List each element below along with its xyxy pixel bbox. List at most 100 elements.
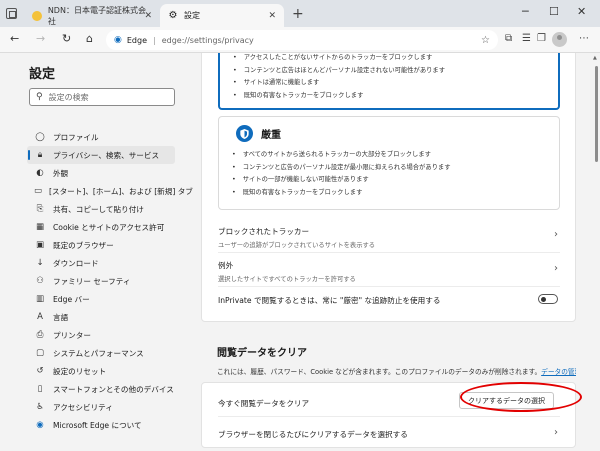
- balanced-bullets: アクセスしたことがないサイトからのトラッカーをブロックします コンテンツと広告は…: [233, 53, 445, 102]
- search-input[interactable]: ⚲ 設定の検索: [29, 88, 175, 106]
- exceptions-row[interactable]: 例外 選択したサイトですべてのトラッカーを許可する ›: [218, 260, 560, 283]
- maximize-icon[interactable]: ☐: [549, 5, 559, 18]
- exceptions-title: 例外: [218, 261, 234, 270]
- inprivate-strict-toggle[interactable]: [538, 294, 558, 304]
- phone-icon: ▯: [37, 384, 43, 394]
- collections-icon[interactable]: ❐: [537, 33, 546, 44]
- sidebar-item-accessibility[interactable]: ♿︎ アクセシビリティ: [27, 398, 175, 416]
- page-title: 設定: [29, 67, 56, 82]
- back-icon[interactable]: ←: [10, 32, 19, 45]
- sidebar-item-label: アクセシビリティ: [53, 402, 113, 412]
- edge-logo-icon: ◉: [36, 420, 44, 430]
- clear-on-close-label: ブラウザーを閉じるたびにクリアするデータを選択する: [218, 430, 408, 439]
- refresh-icon[interactable]: ↻: [62, 32, 71, 45]
- search-placeholder: 設定の検索: [48, 92, 89, 102]
- list-item: コンテンツと広告はほとんどパーソナル設定されない可能性があります: [233, 65, 445, 78]
- reset-icon: ↺: [36, 366, 44, 376]
- sidebar-item-label: ダウンロード: [53, 258, 99, 268]
- home-icon[interactable]: ⌂: [86, 32, 93, 45]
- sidebar-item-reset[interactable]: ↺ 設定のリセット: [27, 362, 175, 380]
- list-item: サイトの一部が機能しない可能性があります: [232, 174, 451, 187]
- blocked-trackers-sub: ユーザーの追跡がブロックされているサイトを表示する: [218, 242, 376, 249]
- blocked-trackers-title: ブロックされたトラッカー: [218, 227, 310, 236]
- sidebar-item-label: 外観: [53, 168, 69, 178]
- sidebar-item-share[interactable]: ⎘ 共有、コピーして貼り付け: [27, 200, 175, 218]
- sidebar-item-phone[interactable]: ▯ スマートフォンとその他のデバイス: [27, 380, 175, 398]
- list-item: アクセスしたことがないサイトからのトラッカーをブロックします: [233, 53, 445, 65]
- scroll-up-icon[interactable]: ▲: [593, 55, 597, 61]
- avatar[interactable]: [552, 32, 567, 47]
- new-tab-icon[interactable]: +: [292, 6, 304, 22]
- sidebar-item-label: Edge バー: [53, 294, 90, 304]
- sidebar-item-cookies[interactable]: ▦ Cookie とサイトのアクセス許可: [27, 218, 175, 236]
- strict-title: 厳重: [261, 130, 281, 141]
- sidebar-item-label: システムとパフォーマンス: [53, 348, 144, 358]
- split-screen-icon[interactable]: ⧉: [505, 33, 512, 44]
- sidebar-item-label: [スタート]、[ホーム]、および [新規] タブ: [49, 186, 193, 196]
- site-label: Edge: [126, 35, 147, 45]
- chevron-right-icon: ›: [554, 263, 558, 274]
- forward-icon[interactable]: →: [36, 32, 45, 45]
- clear-on-close-row[interactable]: ブラウザーを閉じるたびにクリアするデータを選択する ›: [218, 427, 560, 440]
- inprivate-strict-label: InPrivate で閲覧するときは、常に "厳密" な追跡防止を使用する: [218, 296, 441, 305]
- clear-now-label: 今すぐ閲覧データをクリア: [218, 399, 310, 408]
- url-text: edge://settings/privacy: [161, 35, 254, 45]
- sidebar-item-privacy[interactable]: 🔒︎ プライバシー、検索、サービス: [27, 146, 175, 164]
- highlight-annotation: [460, 382, 582, 412]
- more-options-icon[interactable]: ⋯: [579, 33, 589, 44]
- tab-bar: NDN：日本電子認証株式会社 ✕ ⚙ 設定 ✕ + ─ ☐ ✕: [0, 0, 600, 27]
- add-favorite-icon[interactable]: ☆: [481, 35, 490, 46]
- sidebar-item-label: プロファイル: [53, 132, 99, 142]
- appearance-icon: ◐: [36, 168, 44, 178]
- sidebar-item-label: プリンター: [53, 330, 91, 340]
- search-icon: ⚲: [36, 92, 43, 102]
- inprivate-strict-row: InPrivate で閲覧するときは、常に "厳密" な追跡防止を使用する: [218, 294, 560, 306]
- sidebar-item-start-home[interactable]: ▭ [スタート]、[ホーム]、および [新規] タブ: [27, 182, 193, 200]
- minimize-icon[interactable]: ─: [522, 5, 529, 18]
- sidebar-item-label: 既定のブラウザー: [53, 240, 114, 250]
- gear-icon: ⚙: [168, 10, 178, 21]
- list-item: 既知の有害なトラッカーをブロックします: [233, 90, 445, 103]
- chevron-right-icon: ›: [554, 229, 558, 240]
- settings-sidebar: 設定 ⚲ 設定の検索 ◯ プロファイル 🔒︎ プライバシー、検索、サービス ◐ 外観 …: [0, 53, 193, 451]
- sidebar-item-edge-bar[interactable]: ▥ Edge バー: [27, 290, 175, 308]
- scrollbar-thumb[interactable]: [595, 66, 598, 162]
- list-item: サイトは通常に機能します: [233, 77, 445, 90]
- browser-icon: ▣: [35, 240, 45, 250]
- tab-ndn[interactable]: NDN：日本電子認証株式会社 ✕: [24, 4, 160, 27]
- tab-label: NDN：日本電子認証株式会社: [47, 5, 146, 26]
- sidebar-item-label: 設定のリセット: [53, 366, 107, 376]
- sidebar-item-appearance[interactable]: ◐ 外観: [27, 164, 175, 182]
- address-bar[interactable]: ◉ Edge | edge://settings/privacy ☆: [106, 30, 498, 50]
- tab-actions-icon[interactable]: [6, 8, 17, 19]
- manage-data-link[interactable]: データの管理: [541, 368, 576, 376]
- chevron-right-icon: ›: [554, 427, 558, 438]
- sidebar-item-about[interactable]: ◉ Microsoft Edge について: [27, 416, 175, 434]
- balanced-option[interactable]: アクセスしたことがないサイトからのトラッカーをブロックします コンテンツと広告は…: [218, 53, 560, 110]
- sidebar-item-profiles[interactable]: ◯ プロファイル: [27, 128, 175, 146]
- divider: [218, 416, 560, 417]
- sidebar-item-label: Microsoft Edge について: [53, 420, 142, 430]
- strict-option[interactable]: 厳重 すべてのサイトから送られるトラッカーの大部分をブロックします コンテンツと…: [218, 116, 560, 210]
- tab-settings[interactable]: ⚙ 設定 ✕: [160, 4, 284, 27]
- navigation-bar: ← → ↻ ⌂ ◉ Edge | edge://settings/privacy…: [0, 27, 600, 53]
- sidebar-item-printers[interactable]: ⎙ プリンター: [27, 326, 175, 344]
- sidebar-item-family[interactable]: ⚇ ファミリー セーフティ: [27, 272, 175, 290]
- sidebar-item-default-browser[interactable]: ▣ 既定のブラウザー: [27, 236, 175, 254]
- list-item: すべてのサイトから送られるトラッカーの大部分をブロックします: [232, 149, 451, 162]
- tab-label: 設定: [184, 11, 200, 20]
- profile-icon: ◯: [35, 132, 45, 142]
- blocked-trackers-row[interactable]: ブロックされたトラッカー ユーザーの追跡がブロックされているサイトを表示する ›: [218, 226, 560, 249]
- sidebar-item-system[interactable]: ▢ システムとパフォーマンス: [27, 344, 175, 362]
- close-icon[interactable]: ✕: [268, 11, 276, 21]
- sidebar-item-languages[interactable]: A 言語: [27, 308, 175, 326]
- accessibility-icon: ♿︎: [36, 402, 44, 412]
- close-icon[interactable]: ✕: [144, 11, 152, 21]
- sidebar-item-downloads[interactable]: ↓ ダウンロード: [27, 254, 175, 272]
- share-icon: ⎘: [36, 204, 44, 214]
- window-close-icon[interactable]: ✕: [577, 5, 586, 18]
- edge-icon: ◉: [114, 35, 122, 45]
- favorites-icon[interactable]: ☰: [522, 33, 531, 44]
- strict-bullets: すべてのサイトから送られるトラッカーの大部分をブロックします コンテンツと広告の…: [232, 149, 451, 199]
- printer-icon: ⎙: [36, 330, 44, 340]
